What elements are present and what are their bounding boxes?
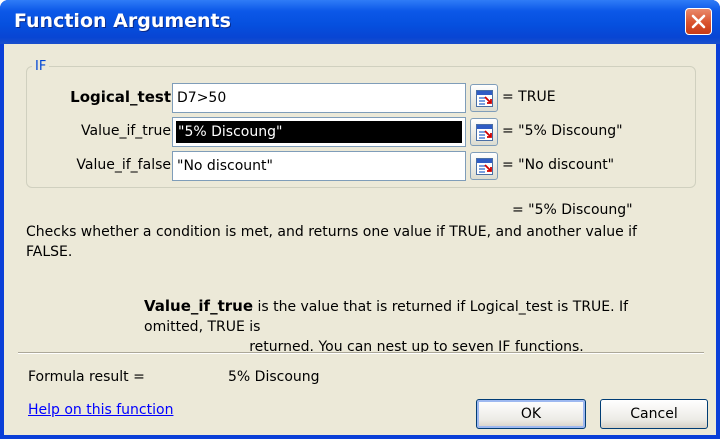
argument-label: Value_if_false [76,157,171,173]
collapse-dialog-icon [476,158,493,175]
value-if-true-input[interactable]: "5% Discoung" [172,117,466,147]
argument-label: Logical_test [70,88,171,106]
divider [18,352,704,354]
function-arguments-dialog: Function Arguments IF Logical_test D7>50 [0,0,720,439]
formula-result-label: Formula result = [28,369,145,385]
function-description: Checks whether a condition is met, and r… [26,224,637,260]
formula-result-value: 5% Discoung [228,369,320,385]
dialog-body: IF Logical_test D7>50 = TRUE Value_if_tr… [4,44,716,435]
function-name-label: IF [32,59,50,74]
value-if-false-input[interactable]: "No discount" [172,151,466,181]
collapse-dialog-icon [476,124,493,141]
ok-button[interactable]: OK [476,399,586,429]
argument-row-logical-test: Logical_test D7>50 = TRUE [4,83,716,113]
title-bar[interactable]: Function Arguments [0,0,720,44]
argument-help: Value_if_true is the value that is retur… [144,296,689,357]
argument-value: D7>50 [177,90,227,106]
collapse-dialog-icon [476,90,493,107]
close-button[interactable] [685,8,712,35]
logical-test-input[interactable]: D7>50 [172,83,466,113]
argument-help-text-continued: returned. You can nest up to seven IF fu… [249,339,584,355]
help-on-function-link[interactable]: Help on this function [28,402,173,418]
argument-row-value-if-true: Value_if_true "5% Discoung" = "5% Discou… [4,117,716,147]
argument-row-value-if-false: Value_if_false "No discount" = "No disco… [4,151,716,181]
argument-result: = "No discount" [502,157,615,173]
function-result: = "5% Discoung" [512,202,633,218]
collapse-dialog-button[interactable] [470,152,498,180]
collapse-dialog-button[interactable] [470,118,498,146]
collapse-dialog-button[interactable] [470,84,498,112]
argument-label: Value_if_true [81,123,171,139]
argument-help-name: Value_if_true [144,297,253,315]
argument-result: = TRUE [502,89,556,105]
argument-value: "5% Discoung" [176,121,462,143]
argument-result: = "5% Discoung" [502,123,623,139]
argument-value: "No discount" [177,158,273,174]
dialog-title: Function Arguments [14,10,231,32]
close-icon [691,14,706,29]
cancel-button[interactable]: Cancel [600,399,708,429]
